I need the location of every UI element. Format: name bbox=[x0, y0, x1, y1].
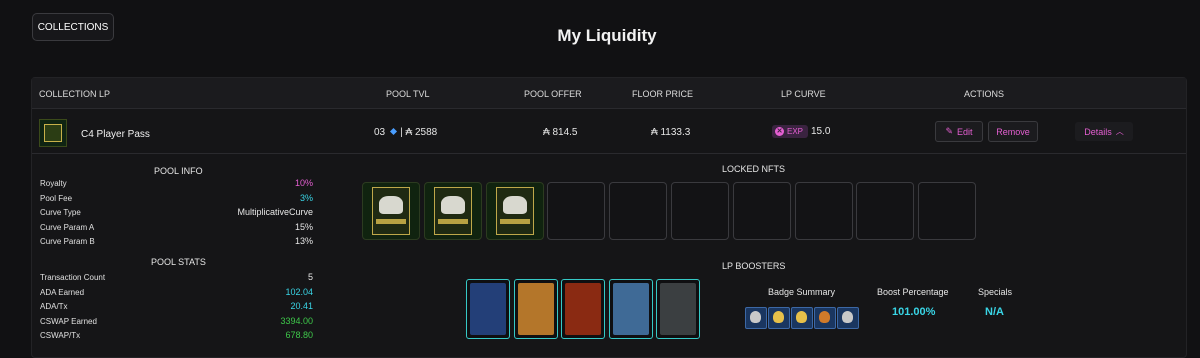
pencil-icon: ✎ bbox=[945, 126, 954, 136]
boost-percentage-value: 101.00% bbox=[892, 306, 936, 318]
curve-value: 15.0 bbox=[811, 126, 831, 137]
col-pool-offer: POOL OFFER bbox=[524, 89, 582, 99]
stat-value: 3394.00 bbox=[280, 315, 313, 326]
booster-card[interactable] bbox=[656, 279, 700, 339]
stat-value: 13% bbox=[294, 236, 313, 246]
floor-price: ₳ 1133.3 bbox=[651, 127, 691, 138]
details-button[interactable]: Details ︿ bbox=[1075, 122, 1133, 141]
locked-nfts-title: LOCKED NFTS bbox=[722, 164, 786, 174]
edit-label: Edit bbox=[957, 126, 973, 137]
locked-nft-card[interactable] bbox=[485, 182, 544, 240]
col-collection-lp: COLLECTION LP bbox=[39, 89, 111, 99]
booster-card[interactable] bbox=[561, 279, 605, 339]
stat-label: CSWAP/Tx bbox=[40, 331, 81, 340]
shield-badge-icon bbox=[791, 307, 813, 329]
collection-thumbnail bbox=[39, 119, 67, 147]
stat-value: 10% bbox=[294, 178, 313, 188]
empty-nft-slot bbox=[547, 182, 606, 240]
empty-nft-slot bbox=[609, 182, 668, 240]
stat-value: 102.04 bbox=[285, 286, 313, 297]
locked-nft-card[interactable] bbox=[423, 182, 482, 240]
stat-label: ADA/Tx bbox=[40, 302, 68, 311]
empty-nft-slot bbox=[918, 182, 977, 240]
empty-nft-slot bbox=[794, 182, 853, 240]
specials-label: Specials bbox=[978, 287, 1013, 297]
table-row: C4 Player Pass 03 | ₳ 2588 ₳ 814.5 ₳ 1133… bbox=[32, 109, 1186, 154]
stat-value: 5 bbox=[307, 272, 313, 282]
empty-nft-slot bbox=[856, 182, 915, 240]
stat-label: Curve Param A bbox=[40, 222, 95, 232]
diamond-icon bbox=[390, 127, 398, 136]
stat-value: 678.80 bbox=[285, 330, 313, 340]
pool-stats-title: POOL STATS bbox=[151, 257, 206, 267]
booster-card[interactable] bbox=[609, 279, 653, 339]
page-title: My Liquidity bbox=[557, 26, 657, 45]
shield-badge-icon bbox=[745, 307, 767, 329]
col-actions: ACTIONS bbox=[964, 89, 1005, 99]
pool-info-title: POOL INFO bbox=[154, 166, 203, 176]
pool-tvl: 03 | ₳ 2588 bbox=[374, 127, 437, 138]
booster-card[interactable] bbox=[466, 279, 510, 339]
shield-badge-icon bbox=[768, 307, 790, 329]
close-circle-icon: ✕ bbox=[775, 127, 784, 136]
edit-button[interactable]: ✎ Edit bbox=[935, 121, 983, 142]
shield-badge-icon bbox=[814, 307, 836, 329]
details-label: Details bbox=[1084, 126, 1112, 137]
empty-nft-slot bbox=[732, 182, 791, 240]
stat-label: Pool Fee bbox=[40, 193, 73, 203]
col-lp-curve: LP CURVE bbox=[781, 89, 826, 99]
stat-label: Transaction Count bbox=[40, 273, 106, 282]
table-header: COLLECTION LP POOL TVL POOL OFFER FLOOR … bbox=[32, 78, 1186, 109]
stat-value: 3% bbox=[299, 192, 313, 203]
boost-percentage-label: Boost Percentage bbox=[877, 287, 949, 297]
locked-nft-card[interactable] bbox=[362, 182, 420, 240]
remove-button[interactable]: Remove bbox=[988, 121, 1038, 142]
collection-name: C4 Player Pass bbox=[81, 129, 150, 140]
lp-boosters-title: LP BOOSTERS bbox=[722, 261, 786, 271]
tvl-count: 03 bbox=[374, 127, 386, 138]
shield-badge-icon bbox=[837, 307, 859, 329]
tvl-amount: | ₳ 2588 bbox=[400, 127, 438, 138]
booster-card[interactable] bbox=[514, 279, 558, 339]
stat-label: ADA Earned bbox=[40, 287, 85, 297]
empty-nft-slot bbox=[671, 182, 729, 240]
stat-value: MultiplicativeCurve bbox=[237, 207, 313, 217]
curve-badge: ✕ EXP bbox=[772, 125, 809, 138]
stat-label: Curve Type bbox=[40, 208, 81, 217]
curve-badge-label: EXP bbox=[787, 127, 804, 136]
col-floor-price: FLOOR PRICE bbox=[632, 89, 694, 99]
stat-value: 20.41 bbox=[290, 301, 313, 311]
col-pool-tvl: POOL TVL bbox=[386, 89, 430, 99]
liquidity-panel: COLLECTION LP POOL TVL POOL OFFER FLOOR … bbox=[31, 77, 1187, 358]
stat-label: CSWAP Earned bbox=[40, 316, 97, 326]
stat-label: Royalty bbox=[40, 179, 67, 188]
chevron-up-icon: ︿ bbox=[1115, 127, 1124, 136]
pool-offer: ₳ 814.5 bbox=[543, 127, 578, 138]
stat-label: Curve Param B bbox=[40, 237, 95, 246]
badge-summary-label: Badge Summary bbox=[768, 287, 836, 297]
specials-value: N/A bbox=[985, 306, 1004, 318]
stat-value: 15% bbox=[294, 221, 313, 232]
